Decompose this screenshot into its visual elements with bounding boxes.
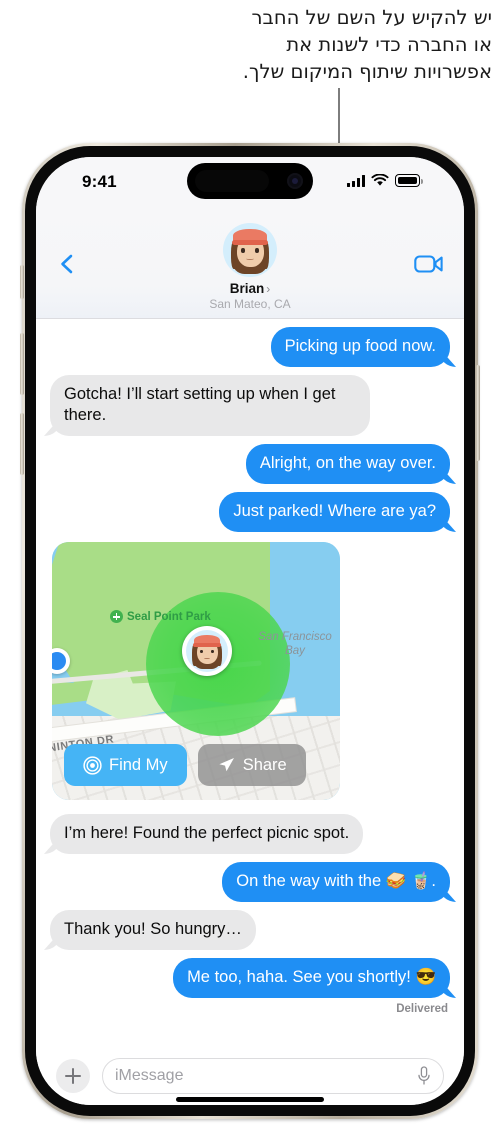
map-action-buttons: Find My Share <box>64 744 306 786</box>
memoji-avatar <box>223 223 277 277</box>
caption-line-2: או החברה כדי לשנות את <box>286 33 492 56</box>
battery-full-icon <box>395 174 423 187</box>
imessage-input[interactable]: iMessage <box>102 1058 444 1094</box>
caption-line-3: אפשרויות שיתוף המיקום שלך. <box>242 60 492 83</box>
wifi-icon <box>371 174 389 186</box>
find-my-label: Find My <box>109 755 168 774</box>
screenshot-root: יש להקיש על השם של החבר או החברה כדי לשנ… <box>0 0 500 1136</box>
front-camera-icon <box>287 173 303 189</box>
memoji-avatar-map <box>186 630 228 672</box>
share-label: Share <box>242 755 287 774</box>
message-row: Thank you! So hungry… <box>50 910 450 950</box>
delivery-status: Delivered <box>396 1003 448 1015</box>
chevron-right-icon: › <box>266 281 271 296</box>
contact-name-row[interactable]: Brian › <box>160 281 340 296</box>
findmy-radar-icon <box>83 755 102 775</box>
message-bubble-outgoing[interactable]: Alright, on the way over. <box>245 444 450 484</box>
message-row: Picking up food now. <box>50 327 450 367</box>
volume-down-button[interactable] <box>20 413 24 475</box>
dynamic-island-pill <box>195 170 269 192</box>
message-bubble-incoming[interactable]: I’m here! Found the perfect picnic spot. <box>50 814 364 854</box>
status-icons <box>347 174 423 187</box>
message-list[interactable]: Picking up food now. Gotcha! I’ll start … <box>36 319 464 1041</box>
microphone-icon[interactable] <box>417 1066 431 1086</box>
message-bubble-incoming[interactable]: Gotcha! I’ll start setting up when I get… <box>50 375 370 436</box>
message-row: On the way with the 🥪 🧋. <box>50 862 450 902</box>
share-button[interactable]: Share <box>197 744 306 786</box>
avatar[interactable] <box>223 223 277 277</box>
message-row: I’m here! Found the perfect picnic spot. <box>50 814 450 854</box>
iphone-frame: 9:41 Brian › San Mateo, CA Picking up fo… <box>20 143 480 1119</box>
contact-header-button[interactable]: Brian › San Mateo, CA <box>160 223 340 311</box>
message-row: Alright, on the way over. <box>50 444 450 484</box>
status-time: 9:41 <box>82 172 117 191</box>
phone-bezel: 9:41 Brian › San Mateo, CA Picking up fo… <box>25 146 475 1116</box>
conversation-header: Brian › San Mateo, CA <box>36 211 464 319</box>
message-row-map: Seal Point Park San Francisco Bay NINTON… <box>50 540 450 806</box>
message-bubble-outgoing[interactable]: Just parked! Where are ya? <box>219 492 450 532</box>
contact-location: San Mateo, CA <box>209 297 291 311</box>
video-camera-icon[interactable] <box>414 253 444 275</box>
contact-name: Brian <box>229 281 265 296</box>
message-bubble-outgoing[interactable]: On the way with the 🥪 🧋. <box>222 862 450 902</box>
map-bay-label: San Francisco Bay <box>258 631 332 657</box>
volume-up-button[interactable] <box>20 333 24 395</box>
dynamic-island <box>187 163 313 199</box>
message-row: Just parked! Where are ya? <box>50 492 450 532</box>
message-bubble-outgoing[interactable]: Picking up food now. <box>270 327 450 367</box>
home-indicator[interactable] <box>176 1097 324 1102</box>
message-row: Me too, haha. See you shortly! 😎 <box>50 958 450 998</box>
message-bubble-incoming[interactable]: Thank you! So hungry… <box>50 910 256 950</box>
plus-icon[interactable] <box>56 1059 90 1093</box>
shared-location-map-card[interactable]: Seal Point Park San Francisco Bay NINTON… <box>52 542 340 800</box>
caption-line-1: יש להקיש על השם של החבר <box>251 6 492 29</box>
friend-location-pin-icon[interactable] <box>182 626 232 676</box>
find-my-button[interactable]: Find My <box>64 744 187 786</box>
park-pin-icon <box>110 610 123 623</box>
message-bubble-outgoing[interactable]: Me too, haha. See you shortly! 😎 <box>173 958 450 998</box>
status-bar: 9:41 <box>36 157 464 211</box>
back-chevron-icon[interactable] <box>56 253 78 275</box>
silence-switch[interactable] <box>20 265 24 299</box>
cellular-bars-icon <box>347 175 365 187</box>
imessage-placeholder: iMessage <box>115 1067 184 1084</box>
phone-screen: 9:41 Brian › San Mateo, CA Picking up fo… <box>36 157 464 1105</box>
park-label-text: Seal Point Park <box>127 610 211 623</box>
message-composer: iMessage <box>36 1041 464 1105</box>
share-arrow-icon <box>219 757 234 771</box>
map-park-label: Seal Point Park <box>110 610 211 623</box>
message-row: Gotcha! I’ll start setting up when I get… <box>50 375 450 436</box>
instruction-caption: יש להקיש על השם של החבר או החברה כדי לשנ… <box>0 4 492 85</box>
power-button[interactable] <box>476 365 480 461</box>
